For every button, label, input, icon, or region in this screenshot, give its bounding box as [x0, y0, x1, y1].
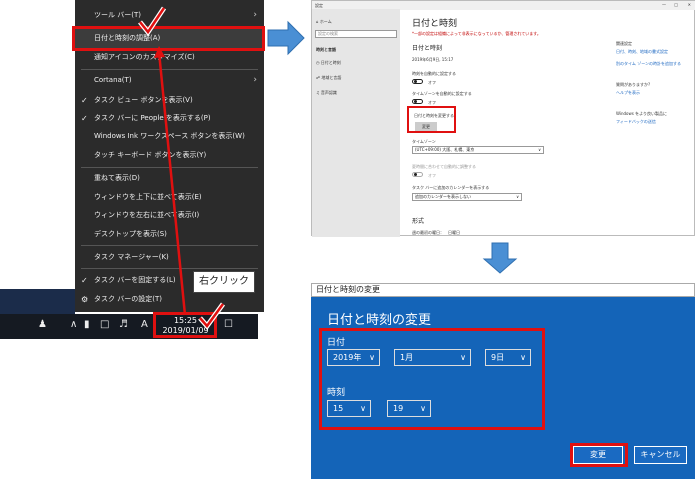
- settings-sidebar: ⌂ ホーム 設定の検索 時刻と言語 ◷ 日付と時刻 ☍ 地域と言語 ♫ 音声認識: [312, 9, 400, 237]
- related-link-format[interactable]: 日付、時刻、地域の書式設定: [616, 49, 668, 55]
- sidebar-item-region[interactable]: ☍ 地域と言語: [316, 75, 341, 81]
- close-icon[interactable]: ✕: [688, 2, 691, 7]
- auto-time-toggle[interactable]: [412, 79, 423, 84]
- calendar-select[interactable]: 追加のカレンダーを表示しない ∨: [412, 193, 522, 201]
- blue-arrow-right: [267, 20, 305, 56]
- dialog-heading: 日付と時刻の変更: [327, 313, 432, 328]
- home-label: ホーム: [319, 19, 332, 24]
- help-link[interactable]: ヘルプを表示: [616, 90, 640, 96]
- sidebar-label: 音声認識: [320, 90, 337, 95]
- dst-toggle[interactable]: [412, 172, 423, 177]
- search-placeholder: 設定の検索: [318, 31, 338, 36]
- auto-time-state: オフ: [428, 80, 436, 85]
- feedback-title: Windows をより良い製品に: [616, 111, 668, 116]
- sidebar-item-speech[interactable]: ♫ 音声認識: [316, 90, 337, 96]
- settings-window: 設定 — □ ✕ ⌂ ホーム 設定の検索 時刻と言語 ◷ 日付と時刻 ☍ 地域と…: [311, 0, 695, 237]
- related-title: 関連設定: [616, 41, 632, 46]
- dialog-titlebar: 日付と時刻の変更: [311, 283, 695, 297]
- calendar-label: タスク バーに追加のカレンダーを表示する: [412, 185, 490, 190]
- feedback-link[interactable]: フィードバックの送信: [616, 119, 656, 125]
- dst-state: オフ: [428, 173, 436, 178]
- red-arrow-line: [157, 51, 187, 316]
- chevron-down-icon: ∨: [516, 194, 519, 199]
- minimize-icon[interactable]: —: [662, 2, 666, 7]
- timezone-value: (UTC+09:00) 大阪、札幌、東京: [415, 147, 475, 152]
- related-link-add-clock[interactable]: 別のタイム ゾーンの時計を追加する: [616, 61, 681, 67]
- home-item[interactable]: ⌂ ホーム: [316, 19, 332, 25]
- timezone-select[interactable]: (UTC+09:00) 大阪、札幌、東京 ∨: [412, 146, 544, 154]
- sidebar-section-title: 時刻と言語: [316, 47, 336, 52]
- blue-arrow-down: [482, 242, 518, 274]
- format-first-day: 週の最初の曜日： 日曜日: [412, 230, 460, 235]
- dialog-cancel-button[interactable]: キャンセル: [634, 446, 687, 464]
- dst-label: 夏時間に合わせて自動的に調整する: [412, 164, 476, 169]
- settings-search-input[interactable]: 設定の検索: [315, 30, 397, 38]
- highlight-box-change: [407, 106, 456, 133]
- sidebar-item-date-time[interactable]: ◷ 日付と時刻: [316, 60, 341, 66]
- calendar-value: 追加のカレンダーを表示しない: [415, 194, 471, 199]
- section-date-time: 日付と時刻: [412, 45, 443, 52]
- policy-warning: *一部の設定は組織によって非表示になっているか、管理されています。: [412, 31, 541, 36]
- auto-tz-toggle[interactable]: [412, 99, 423, 104]
- timezone-label: タイムゾーン: [412, 139, 436, 144]
- current-date-time: 2019年6月9日, 15:17: [412, 57, 454, 62]
- question-title: 質問がありますか?: [616, 82, 651, 87]
- maximize-icon[interactable]: □: [674, 2, 678, 7]
- sidebar-label: 日付と時刻: [320, 60, 341, 65]
- auto-time-label: 時刻を自動的に設定する: [412, 71, 456, 76]
- chevron-down-icon: ∨: [538, 147, 541, 152]
- format-title: 形式: [412, 218, 425, 225]
- auto-tz-label: タイムゾーンを自動的に設定する: [412, 91, 472, 96]
- sidebar-label: 地域と言語: [321, 75, 342, 80]
- settings-page-title: 日付と時刻: [412, 19, 458, 29]
- red-arrow-head: [154, 46, 165, 58]
- highlight-box-fields: [319, 328, 545, 430]
- highlight-box-change-button: [570, 443, 628, 467]
